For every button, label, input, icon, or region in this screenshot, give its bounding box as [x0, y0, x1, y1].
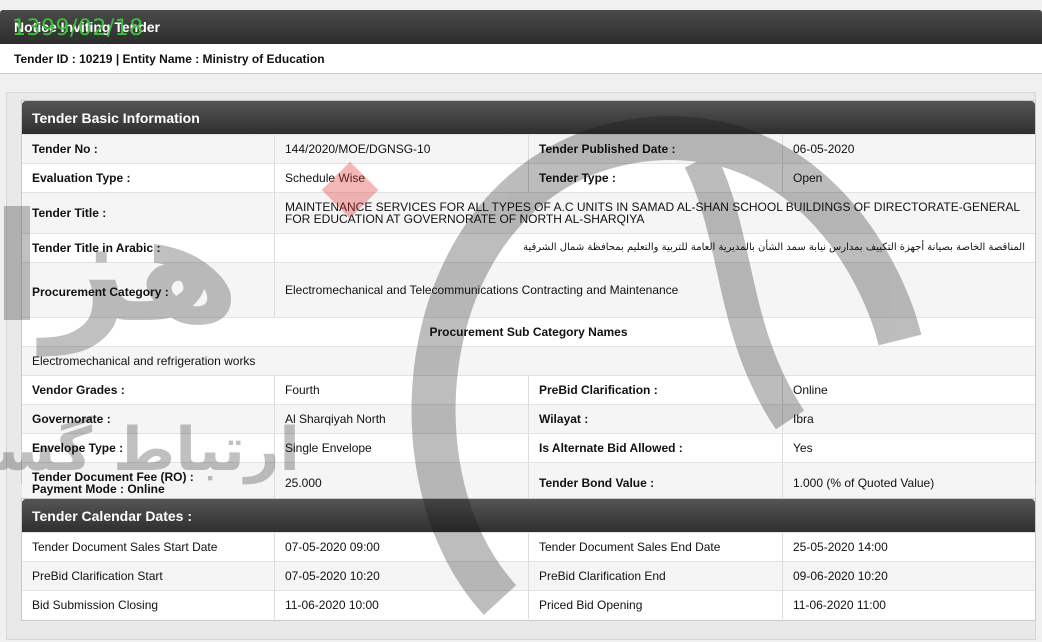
payment-mode-label: Payment Mode : Online [32, 482, 165, 496]
table-row: Tender Document Fee (RO) : Payment Mode … [22, 462, 1035, 503]
envelope-type-label: Envelope Type : [22, 434, 275, 462]
tender-type-label: Tender Type : [529, 164, 783, 192]
wilayat-label: Wilayat : [529, 405, 783, 433]
wilayat-value: Ibra [793, 412, 814, 426]
calendar-value: 11-06-2020 11:00 [793, 598, 886, 612]
calendar-label: Bid Submission Closing [22, 591, 275, 619]
table-row: Tender Document Sales Start Date 07-05-2… [22, 532, 1035, 561]
procurement-category-value: Electromechanical and Telecommunications… [285, 283, 679, 297]
calendar-value: 07-05-2020 10:20 [275, 562, 529, 590]
table-row: Vendor Grades : Fourth PreBid Clarificat… [22, 375, 1035, 404]
table-row: Evaluation Type : Schedule Wise Tender T… [22, 163, 1035, 192]
table-row: Tender Title in Arabic : المناقصة الخاصة… [22, 233, 1035, 262]
page-header: Notice Inviting Tender [0, 10, 1042, 44]
evaluation-type-label: Evaluation Type : [22, 164, 275, 192]
prebid-clarification-value: Online [793, 383, 828, 397]
published-date-value: 06-05-2020 [793, 142, 855, 156]
calendar-value: 07-05-2020 09:00 [275, 533, 529, 561]
tender-bond-label: Tender Bond Value : [529, 463, 783, 503]
calendar-value: 11-06-2020 10:00 [275, 591, 529, 619]
tender-bond-value: 1.000 (% of Quoted Value) [793, 476, 935, 490]
tender-title-arabic-value: المناقصة الخاصة بصيانة أجهزة التكييف بمد… [523, 242, 1025, 253]
vendor-grades-label: Vendor Grades : [22, 376, 275, 404]
table-row: Envelope Type : Single Envelope Is Alter… [22, 433, 1035, 462]
envelope-type-value: Single Envelope [275, 434, 529, 462]
calendar-label: PreBid Clarification End [529, 562, 783, 590]
calendar-label: Priced Bid Opening [529, 591, 783, 619]
sub-category-value: Electromechanical and refrigeration work… [32, 354, 256, 368]
governorate-value: Al Sharqiyah North [275, 405, 529, 433]
alternate-bid-label: Is Alternate Bid Allowed : [529, 434, 783, 462]
tender-no-label: Tender No : [22, 135, 275, 163]
tender-title-label: Tender Title : [22, 193, 275, 233]
table-row: Governorate : Al Sharqiyah North Wilayat… [22, 404, 1035, 433]
governorate-label: Governorate : [22, 405, 275, 433]
calendar-value: 25-05-2020 14:00 [793, 540, 888, 554]
date-stamp: 1399/02/18 [12, 16, 144, 41]
table-row: Tender No : 144/2020/MOE/DGNSG-10 Tender… [22, 134, 1035, 163]
tender-title-value: MAINTENANCE SERVICES FOR ALL TYPES OF A.… [285, 200, 1020, 226]
vendor-grades-value: Fourth [275, 376, 529, 404]
alternate-bid-value: Yes [793, 441, 813, 455]
content-area: Tender Basic Information Tender No : 144… [6, 92, 1036, 640]
calendar-label: PreBid Clarification Start [22, 562, 275, 590]
tender-no-value: 144/2020/MOE/DGNSG-10 [275, 135, 529, 163]
tender-type-value: Open [793, 171, 823, 185]
calendar-label: Tender Document Sales End Date [529, 533, 783, 561]
prebid-clarification-label: PreBid Clarification : [529, 376, 783, 404]
calendar-heading: Tender Calendar Dates : [22, 499, 1035, 532]
tender-summary: Tender ID : 10219 | Entity Name : Minist… [0, 44, 1042, 74]
evaluation-type-value: Schedule Wise [275, 164, 529, 192]
basic-info-heading: Tender Basic Information [22, 101, 1035, 134]
tender-title-arabic-label: Tender Title in Arabic : [22, 234, 275, 262]
calendar-label: Tender Document Sales Start Date [22, 533, 275, 561]
table-row: PreBid Clarification Start 07-05-2020 10… [22, 561, 1035, 590]
document-fee-label: Tender Document Fee (RO) : Payment Mode … [22, 463, 275, 503]
sub-category-heading: Procurement Sub Category Names [429, 325, 628, 339]
table-row: Tender Title : MAINTENANCE SERVICES FOR … [22, 192, 1035, 233]
document-fee-value: 25.000 [275, 463, 529, 503]
calendar-panel: Tender Calendar Dates : Tender Document … [21, 498, 1036, 621]
table-row: Procurement Category : Electromechanical… [22, 262, 1035, 317]
table-row: Bid Submission Closing 11-06-2020 10:00 … [22, 590, 1035, 619]
published-date-label: Tender Published Date : [529, 135, 783, 163]
basic-info-panel: Tender Basic Information Tender No : 144… [21, 100, 1036, 503]
table-row: Electromechanical and refrigeration work… [22, 346, 1035, 375]
procurement-category-label: Procurement Category : [22, 263, 275, 317]
table-row: Procurement Sub Category Names [22, 317, 1035, 346]
calendar-value: 09-06-2020 10:20 [793, 569, 888, 583]
